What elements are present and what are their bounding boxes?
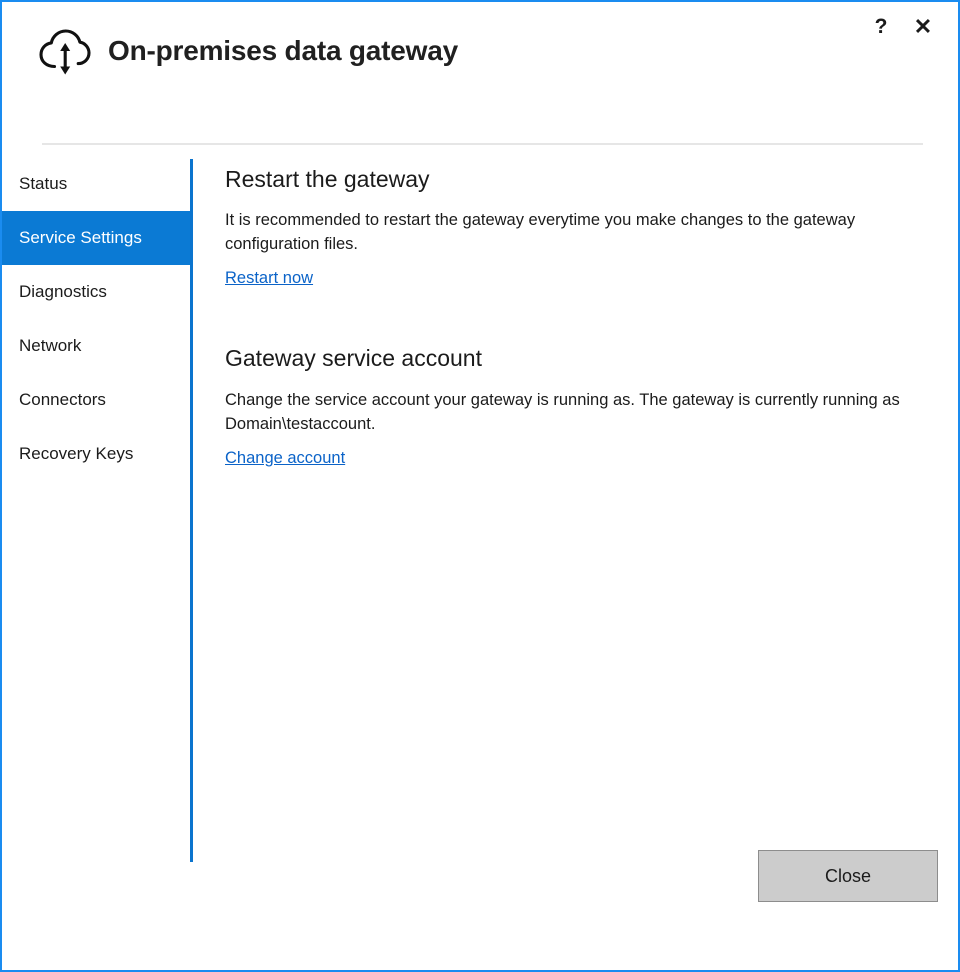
sidebar-item-label: Network bbox=[19, 336, 82, 355]
close-button[interactable]: Close bbox=[758, 850, 938, 902]
change-account-link[interactable]: Change account bbox=[225, 449, 345, 468]
footer-bar: Close bbox=[2, 850, 958, 970]
sidebar-item-label: Recovery Keys bbox=[19, 444, 134, 463]
section-gateway-service-account: Gateway service account Change the servi… bbox=[225, 346, 922, 467]
sidebar-content-divider bbox=[190, 159, 193, 862]
sidebar-item-label: Status bbox=[19, 174, 68, 193]
section-title: Restart the gateway bbox=[225, 166, 430, 192]
sidebar-item-network[interactable]: Network bbox=[2, 319, 190, 373]
restart-now-link[interactable]: Restart now bbox=[225, 269, 313, 288]
window-close-button[interactable]: ✕ bbox=[902, 8, 944, 46]
window-controls: ? ✕ bbox=[860, 8, 944, 46]
sidebar-item-diagnostics[interactable]: Diagnostics bbox=[2, 265, 190, 319]
sidebar-item-connectors[interactable]: Connectors bbox=[2, 373, 190, 427]
section-description: Change the service account your gateway … bbox=[225, 390, 900, 433]
section-restart-gateway: Restart the gateway It is recommended to… bbox=[225, 166, 922, 288]
help-button[interactable]: ? bbox=[860, 8, 902, 46]
section-description: It is recommended to restart the gateway… bbox=[225, 211, 856, 254]
sidebar-item-recovery-keys[interactable]: Recovery Keys bbox=[2, 427, 190, 481]
title-bar: On-premises data gateway ? ✕ bbox=[2, 2, 958, 120]
title-block: On-premises data gateway bbox=[38, 26, 458, 76]
close-x-icon: ✕ bbox=[913, 14, 933, 39]
gateway-window: On-premises data gateway ? ✕ Status Serv… bbox=[0, 0, 960, 972]
sidebar-nav: Status Service Settings Diagnostics Netw… bbox=[2, 157, 190, 481]
sidebar-item-label: Connectors bbox=[19, 390, 106, 409]
sidebar-item-label: Service Settings bbox=[19, 228, 142, 247]
sidebar-item-status[interactable]: Status bbox=[2, 157, 190, 211]
sidebar-item-label: Diagnostics bbox=[19, 282, 107, 301]
content-pane: Restart the gateway It is recommended to… bbox=[225, 166, 922, 498]
page-title: On-premises data gateway bbox=[108, 35, 458, 66]
cloud-sync-icon bbox=[38, 26, 92, 76]
question-mark-icon: ? bbox=[874, 15, 888, 38]
sidebar-item-service-settings[interactable]: Service Settings bbox=[2, 211, 190, 265]
header-divider bbox=[42, 143, 923, 145]
section-title: Gateway service account bbox=[225, 345, 482, 372]
body-area: Status Service Settings Diagnostics Netw… bbox=[2, 157, 958, 970]
